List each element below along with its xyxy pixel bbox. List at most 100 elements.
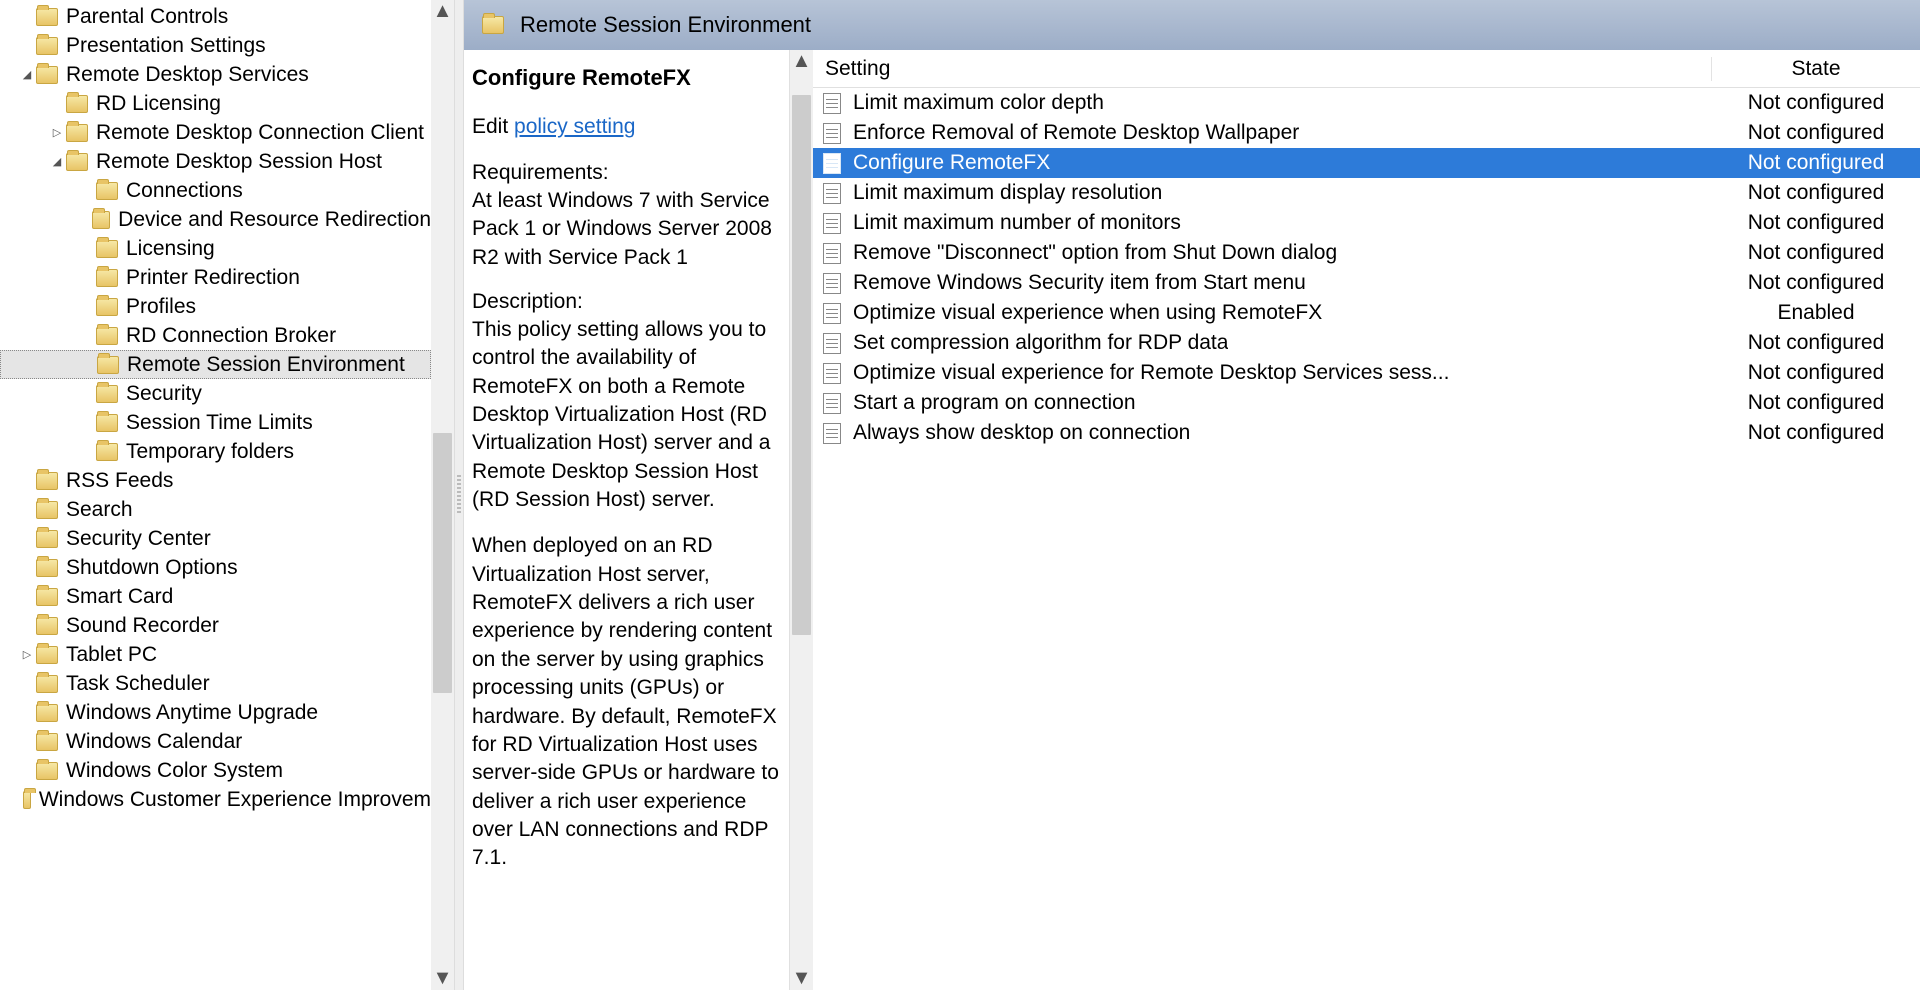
tree-node[interactable]: Security: [0, 379, 431, 408]
setting-row[interactable]: Optimize visual experience when using Re…: [813, 298, 1920, 328]
main-panel: Remote Session Environment Configure Rem…: [464, 0, 1920, 990]
setting-cell: Optimize visual experience for Remote De…: [813, 361, 1712, 385]
setting-state: Not configured: [1712, 121, 1920, 145]
scroll-track[interactable]: [790, 73, 813, 967]
tree-node[interactable]: Connections: [0, 176, 431, 205]
setting-state: Not configured: [1712, 331, 1920, 355]
edit-prefix: Edit: [472, 115, 514, 138]
tree-node[interactable]: Printer Redirection: [0, 263, 431, 292]
policy-icon: [823, 213, 841, 234]
collapse-icon[interactable]: ◢: [18, 68, 36, 81]
tree-node[interactable]: Parental Controls: [0, 2, 431, 31]
tree-scrollbar[interactable]: ▲ ▼: [431, 0, 454, 990]
tree-node[interactable]: Sound Recorder: [0, 611, 431, 640]
scroll-down-icon[interactable]: ▼: [431, 967, 454, 990]
scroll-thumb[interactable]: [433, 433, 452, 693]
setting-row[interactable]: Start a program on connectionNot configu…: [813, 388, 1920, 418]
expand-icon[interactable]: ▷: [48, 126, 66, 139]
tree-node[interactable]: ◢Remote Desktop Services: [0, 60, 431, 89]
tree-node[interactable]: Windows Color System: [0, 756, 431, 785]
edit-policy-link[interactable]: policy setting: [514, 115, 635, 138]
setting-name: Enforce Removal of Remote Desktop Wallpa…: [853, 121, 1299, 145]
folder-icon: [96, 385, 118, 403]
folder-icon: [36, 8, 58, 26]
tree-node[interactable]: Task Scheduler: [0, 669, 431, 698]
setting-state: Not configured: [1712, 361, 1920, 385]
setting-row[interactable]: Limit maximum number of monitorsNot conf…: [813, 208, 1920, 238]
tree-node[interactable]: Temporary folders: [0, 437, 431, 466]
column-header-row[interactable]: Setting State: [813, 50, 1920, 88]
tree-node[interactable]: Profiles: [0, 292, 431, 321]
tree-node[interactable]: Windows Calendar: [0, 727, 431, 756]
collapse-icon[interactable]: ◢: [48, 155, 66, 168]
tree-label: Remote Desktop Connection Client: [96, 121, 424, 145]
setting-row[interactable]: Remove "Disconnect" option from Shut Dow…: [813, 238, 1920, 268]
folder-icon: [96, 240, 118, 258]
column-state[interactable]: State: [1712, 57, 1920, 81]
setting-row[interactable]: Remove Windows Security item from Start …: [813, 268, 1920, 298]
tree-node[interactable]: Shutdown Options: [0, 553, 431, 582]
tree-node[interactable]: Licensing: [0, 234, 431, 263]
setting-row[interactable]: Enforce Removal of Remote Desktop Wallpa…: [813, 118, 1920, 148]
tree-node[interactable]: ▷Tablet PC: [0, 640, 431, 669]
vertical-splitter[interactable]: [454, 0, 464, 990]
folder-icon: [23, 791, 31, 809]
setting-name: Optimize visual experience when using Re…: [853, 301, 1322, 325]
setting-state: Not configured: [1712, 271, 1920, 295]
setting-name: Set compression algorithm for RDP data: [853, 331, 1228, 355]
settings-list[interactable]: ▲ ▼ Setting State Limit maximum color de…: [790, 50, 1920, 990]
setting-state: Not configured: [1712, 211, 1920, 235]
tree-node[interactable]: Device and Resource Redirection: [0, 205, 431, 234]
tree-node[interactable]: Windows Customer Experience Improvem: [0, 785, 431, 814]
setting-state: Not configured: [1712, 421, 1920, 445]
column-setting[interactable]: Setting: [813, 57, 1712, 81]
expand-icon[interactable]: ▷: [18, 648, 36, 661]
scroll-up-icon[interactable]: ▲: [431, 0, 454, 23]
folder-icon: [36, 472, 58, 490]
list-scrollbar[interactable]: ▲ ▼: [790, 50, 813, 990]
description-p2: When deployed on an RD Virtualization Ho…: [472, 532, 779, 872]
setting-cell: Remove "Disconnect" option from Shut Dow…: [813, 241, 1712, 265]
scroll-down-icon[interactable]: ▼: [790, 967, 813, 990]
setting-row[interactable]: Set compression algorithm for RDP data No…: [813, 328, 1920, 358]
setting-state: Not configured: [1712, 241, 1920, 265]
description-label: Description:: [472, 290, 779, 314]
folder-icon: [36, 559, 58, 577]
tree-label: Shutdown Options: [66, 556, 238, 580]
tree-label: Remote Session Environment: [127, 353, 405, 377]
tree-node[interactable]: RSS Feeds: [0, 466, 431, 495]
tree-label: Security Center: [66, 527, 211, 551]
setting-row[interactable]: Configure RemoteFXNot configured: [813, 148, 1920, 178]
setting-row[interactable]: Always show desktop on connectionNot con…: [813, 418, 1920, 448]
scroll-track[interactable]: [431, 23, 454, 967]
tree-node[interactable]: Presentation Settings: [0, 31, 431, 60]
folder-icon: [36, 704, 58, 722]
tree-node[interactable]: Search: [0, 495, 431, 524]
tree-node[interactable]: Remote Session Environment: [0, 350, 431, 379]
folder-icon: [66, 124, 88, 142]
folder-icon: [36, 646, 58, 664]
tree-node[interactable]: Smart Card: [0, 582, 431, 611]
tree-label: Connections: [126, 179, 243, 203]
tree-node[interactable]: RD Connection Broker: [0, 321, 431, 350]
folder-icon: [97, 356, 119, 374]
tree-node[interactable]: RD Licensing: [0, 89, 431, 118]
tree-node[interactable]: ◢ Remote Desktop Session Host: [0, 147, 431, 176]
nav-tree[interactable]: Parental ControlsPresentation Settings◢R…: [0, 0, 454, 990]
policy-icon: [823, 303, 841, 324]
setting-row[interactable]: Limit maximum display resolutionNot conf…: [813, 178, 1920, 208]
tree-node[interactable]: Windows Anytime Upgrade: [0, 698, 431, 727]
tree-label: Device and Resource Redirection: [118, 208, 431, 232]
tree-node[interactable]: Security Center: [0, 524, 431, 553]
setting-row[interactable]: Optimize visual experience for Remote De…: [813, 358, 1920, 388]
setting-row[interactable]: Limit maximum color depthNot configured: [813, 88, 1920, 118]
folder-icon: [36, 588, 58, 606]
scroll-thumb[interactable]: [792, 95, 811, 635]
tree-node[interactable]: ▷ Remote Desktop Connection Client: [0, 118, 431, 147]
scroll-up-icon[interactable]: ▲: [790, 50, 813, 73]
policy-icon: [823, 333, 841, 354]
tree-node[interactable]: Session Time Limits: [0, 408, 431, 437]
tree-label: Remote Desktop Session Host: [96, 150, 382, 174]
setting-name: Start a program on connection: [853, 391, 1136, 415]
folder-icon: [36, 617, 58, 635]
